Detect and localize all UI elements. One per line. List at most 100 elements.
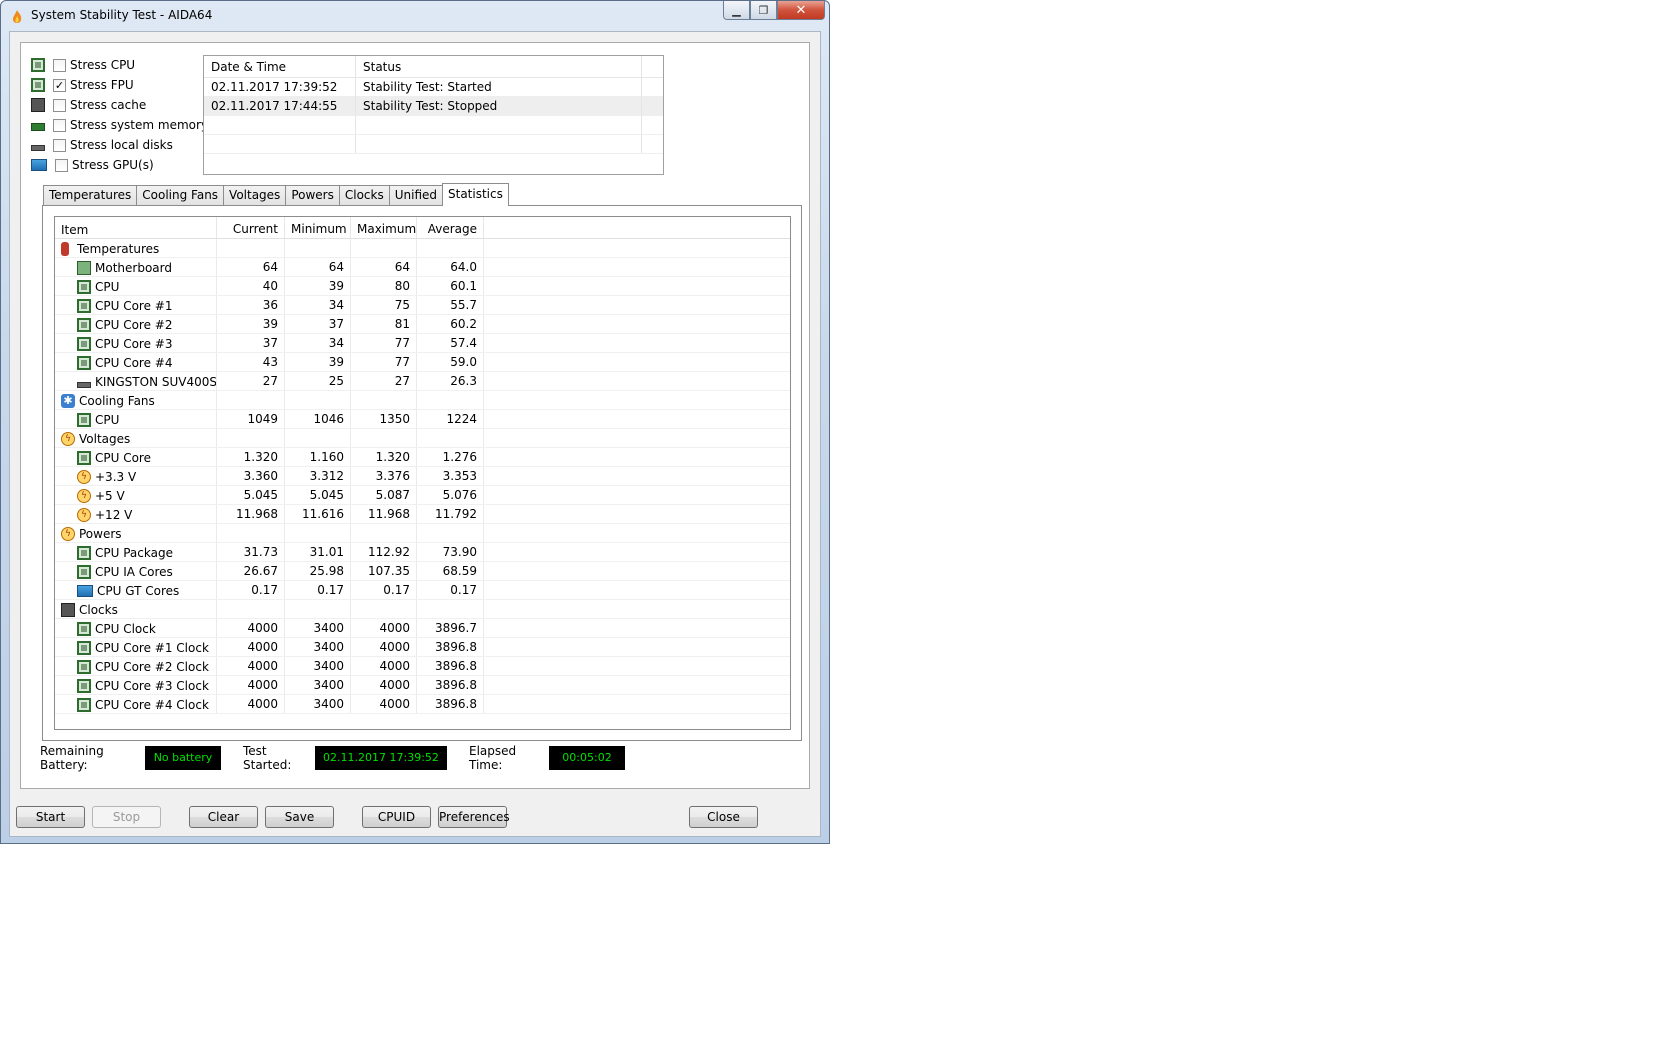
maximum-value: 0.17 [351,581,417,599]
preferences-button[interactable]: Preferences [438,806,510,828]
table-row[interactable]: CPU GT Cores 0.17 0.17 0.17 0.17 [55,581,790,600]
log-datetime: 02.11.2017 17:39:52 [204,78,356,96]
row-label: Clocks [79,603,118,617]
maximum-value [351,391,417,409]
log-col-datetime[interactable]: Date & Time [204,56,356,77]
table-row[interactable]: CPU Core #3 Clock 4000 3400 4000 3896.8 [55,676,790,695]
voltage-icon: ϟ [77,508,91,522]
col-average[interactable]: Average [417,217,484,238]
log-col-status[interactable]: Status [356,56,642,77]
minimize-button[interactable]: ▁ [723,1,750,20]
stress-option[interactable]: Stress CPU [31,55,208,75]
log-table[interactable]: Date & Time Status 02.11.2017 17:39:52 S… [203,55,664,175]
tab-unified[interactable]: Unified [388,185,443,206]
stress-option[interactable]: Stress local disks [31,135,208,155]
stress-option[interactable]: Stress cache [31,95,208,115]
close-button[interactable]: Close [689,806,758,828]
stress-option[interactable]: Stress system memory [31,115,208,135]
group-row[interactable]: Clocks [55,600,790,619]
maximum-value [351,239,417,257]
row-label: +3.3 V [95,470,137,484]
tab-cooling-fans[interactable]: Cooling Fans [136,185,225,206]
tab-powers[interactable]: Powers [285,185,340,206]
table-row[interactable]: KINGSTON SUV400S... 27 25 27 26.3 [55,372,790,391]
current-value: 27 [217,372,285,390]
col-maximum[interactable]: Maximum [351,217,417,238]
table-row[interactable]: CPU IA Cores 26.67 25.98 107.35 68.59 [55,562,790,581]
stress-option[interactable]: Stress GPU(s) [31,155,208,175]
table-row[interactable]: CPU Core #1 Clock 4000 3400 4000 3896.8 [55,638,790,657]
table-row[interactable]: ϟ +3.3 V 3.360 3.312 3.376 3.353 [55,467,790,486]
table-row[interactable]: CPU Package 31.73 31.01 112.92 73.90 [55,543,790,562]
statistics-header: Item Current Minimum Maximum Average [55,217,790,239]
minimum-value [285,524,351,542]
stress-checkbox[interactable] [53,58,66,72]
row-label: CPU Core #3 Clock [95,679,209,693]
start-button[interactable]: Start [16,806,85,828]
table-row[interactable]: CPU Core #4 Clock 4000 3400 4000 3896.8 [55,695,790,714]
statistics-table[interactable]: Item Current Minimum Maximum Average Tem… [54,216,791,730]
minimum-value: 3400 [285,657,351,675]
maximum-value: 77 [351,353,417,371]
table-row[interactable]: CPU Clock 4000 3400 4000 3896.7 [55,619,790,638]
clear-button[interactable]: Clear [189,806,258,828]
table-row[interactable]: ϟ +5 V 5.045 5.045 5.087 5.076 [55,486,790,505]
main-panel: Stress CPU ✓ Stress FPU Stress cache Stress … [20,42,810,789]
cpu-chip-icon [77,641,91,655]
cpu-chip-icon [77,337,91,351]
group-row[interactable]: ✱ Cooling Fans [55,391,790,410]
current-value: 1.320 [217,448,285,466]
maximize-button[interactable]: ❐ [750,1,777,20]
row-label: CPU Core #3 [95,337,173,351]
table-row[interactable]: CPU Core #2 Clock 4000 3400 4000 3896.8 [55,657,790,676]
save-button[interactable]: Save [265,806,334,828]
current-value [217,429,285,447]
average-value: 1.276 [417,448,484,466]
stress-checkbox[interactable] [53,138,66,152]
stress-options: Stress CPU ✓ Stress FPU Stress cache Stress … [31,55,208,175]
table-row[interactable]: CPU Core #3 37 34 77 57.4 [55,334,790,353]
table-row[interactable]: Motherboard 64 64 64 64.0 [55,258,790,277]
table-row[interactable]: CPU Core #1 36 34 75 55.7 [55,296,790,315]
stress-checkbox[interactable] [53,118,66,132]
current-value: 43 [217,353,285,371]
maximum-value: 64 [351,258,417,276]
group-row[interactable]: Temperatures [55,239,790,258]
table-row[interactable]: CPU Core #2 39 37 81 60.2 [55,315,790,334]
table-row[interactable]: CPU 40 39 80 60.1 [55,277,790,296]
tab-voltages[interactable]: Voltages [223,185,287,206]
cpuid-button[interactable]: CPUID [362,806,431,828]
row-label: CPU Clock [95,622,156,636]
stress-checkbox[interactable] [55,158,68,172]
group-row[interactable]: ϟ Powers [55,524,790,543]
log-row[interactable]: 02.11.2017 17:39:52 Stability Test: Star… [204,78,663,97]
stress-option[interactable]: ✓ Stress FPU [31,75,208,95]
title-bar[interactable]: System Stability Test - AIDA64 ▁ ❐ ✕ [1,1,829,31]
average-value: 11.792 [417,505,484,523]
table-row[interactable]: CPU 1049 1046 1350 1224 [55,410,790,429]
table-row[interactable]: CPU Core #4 43 39 77 59.0 [55,353,790,372]
gpu-icon [31,159,47,171]
col-current[interactable]: Current [217,217,285,238]
col-item[interactable]: Item [55,217,217,238]
tab-clocks[interactable]: Clocks [338,185,390,206]
table-row[interactable]: ϟ +12 V 11.968 11.616 11.968 11.792 [55,505,790,524]
voltage-icon: ϟ [77,470,91,484]
tab-statistics[interactable]: Statistics [442,183,509,206]
table-row[interactable]: CPU Core 1.320 1.160 1.320 1.276 [55,448,790,467]
log-status: Stability Test: Started [356,78,642,96]
tab-temperatures[interactable]: Temperatures [43,185,138,206]
row-label: CPU Core #1 Clock [95,641,209,655]
cpu-chip-icon [77,679,91,693]
stress-checkbox[interactable] [53,98,66,112]
window-title: System Stability Test - AIDA64 [31,8,213,22]
close-window-button[interactable]: ✕ [777,1,825,20]
log-row[interactable]: 02.11.2017 17:44:55 Stability Test: Stop… [204,97,663,116]
fan-icon: ✱ [61,394,75,408]
stress-checkbox[interactable]: ✓ [53,78,66,92]
group-row[interactable]: ϟ Voltages [55,429,790,448]
stop-button[interactable]: Stop [92,806,161,828]
current-value: 1049 [217,410,285,428]
col-minimum[interactable]: Minimum [285,217,351,238]
maximum-value: 4000 [351,657,417,675]
